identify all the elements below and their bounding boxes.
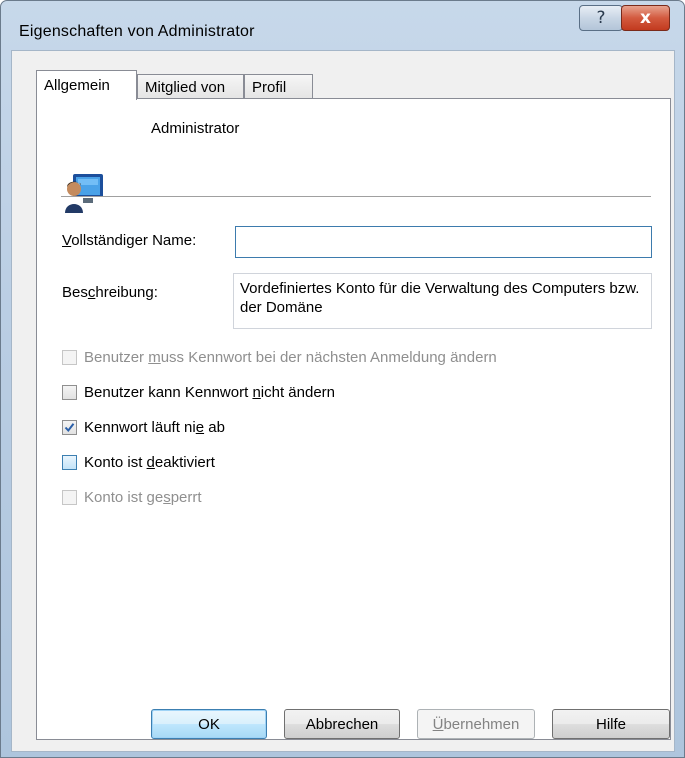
option-account-disabled: Konto ist deaktiviert bbox=[62, 454, 215, 471]
must-change-password-checkbox[interactable] bbox=[62, 350, 77, 365]
account-disabled-checkbox[interactable] bbox=[62, 455, 77, 470]
title-bar[interactable]: Eigenschaften von Administrator ? x bbox=[1, 1, 684, 43]
close-button[interactable]: x bbox=[621, 5, 670, 31]
description-label: Beschreibung: bbox=[62, 284, 158, 301]
cannot-change-password-checkbox[interactable] bbox=[62, 385, 77, 400]
user-computer-icon bbox=[65, 174, 103, 213]
full-name-input[interactable] bbox=[235, 226, 652, 258]
option-cannot-change-password: Benutzer kann Kennwort nicht ändern bbox=[62, 384, 335, 401]
password-never-expires-checkbox[interactable] bbox=[62, 420, 77, 435]
description-input[interactable]: Vordefiniertes Konto für die Verwaltung … bbox=[233, 273, 652, 329]
window-title: Eigenschaften von Administrator bbox=[19, 23, 255, 40]
checkmark-icon bbox=[64, 423, 75, 433]
separator bbox=[61, 196, 651, 198]
cannot-change-password-label: Benutzer kann Kennwort nicht ändern bbox=[84, 384, 335, 401]
tab-allgemein[interactable]: Allgemein bbox=[36, 70, 137, 100]
tab-profil[interactable]: Profil bbox=[244, 74, 313, 100]
account-locked-label: Konto ist gesperrt bbox=[84, 489, 202, 506]
option-account-locked: Konto ist gesperrt bbox=[62, 489, 202, 506]
tab-mitglied-von[interactable]: Mitglied von bbox=[137, 74, 244, 100]
full-name-label: Vollständiger Name: bbox=[62, 232, 197, 249]
dialog-client-area: Allgemein Mitglied von Profil Administra… bbox=[11, 50, 675, 752]
help-caption-button[interactable]: ? bbox=[579, 5, 623, 31]
general-tab-panel: Administrator Vollständiger Name: Beschr… bbox=[36, 98, 671, 740]
must-change-password-label: Benutzer muss Kennwort bei der nächsten … bbox=[84, 349, 497, 366]
close-icon: x bbox=[640, 8, 651, 28]
account-locked-checkbox[interactable] bbox=[62, 490, 77, 505]
password-never-expires-label: Kennwort läuft nie ab bbox=[84, 419, 225, 436]
account-name: Administrator bbox=[151, 120, 240, 137]
account-disabled-label: Konto ist deaktiviert bbox=[84, 454, 215, 471]
option-must-change-password: Benutzer muss Kennwort bei der nächsten … bbox=[62, 349, 497, 366]
ok-button[interactable]: OK bbox=[151, 709, 267, 739]
option-password-never-expires: Kennwort läuft nie ab bbox=[62, 419, 225, 436]
apply-button[interactable]: Übernehmen bbox=[417, 709, 535, 739]
cancel-button[interactable]: Abbrechen bbox=[284, 709, 400, 739]
properties-dialog: Eigenschaften von Administrator ? x Allg… bbox=[0, 0, 685, 758]
help-button[interactable]: Hilfe bbox=[552, 709, 670, 739]
question-icon: ? bbox=[596, 8, 606, 28]
